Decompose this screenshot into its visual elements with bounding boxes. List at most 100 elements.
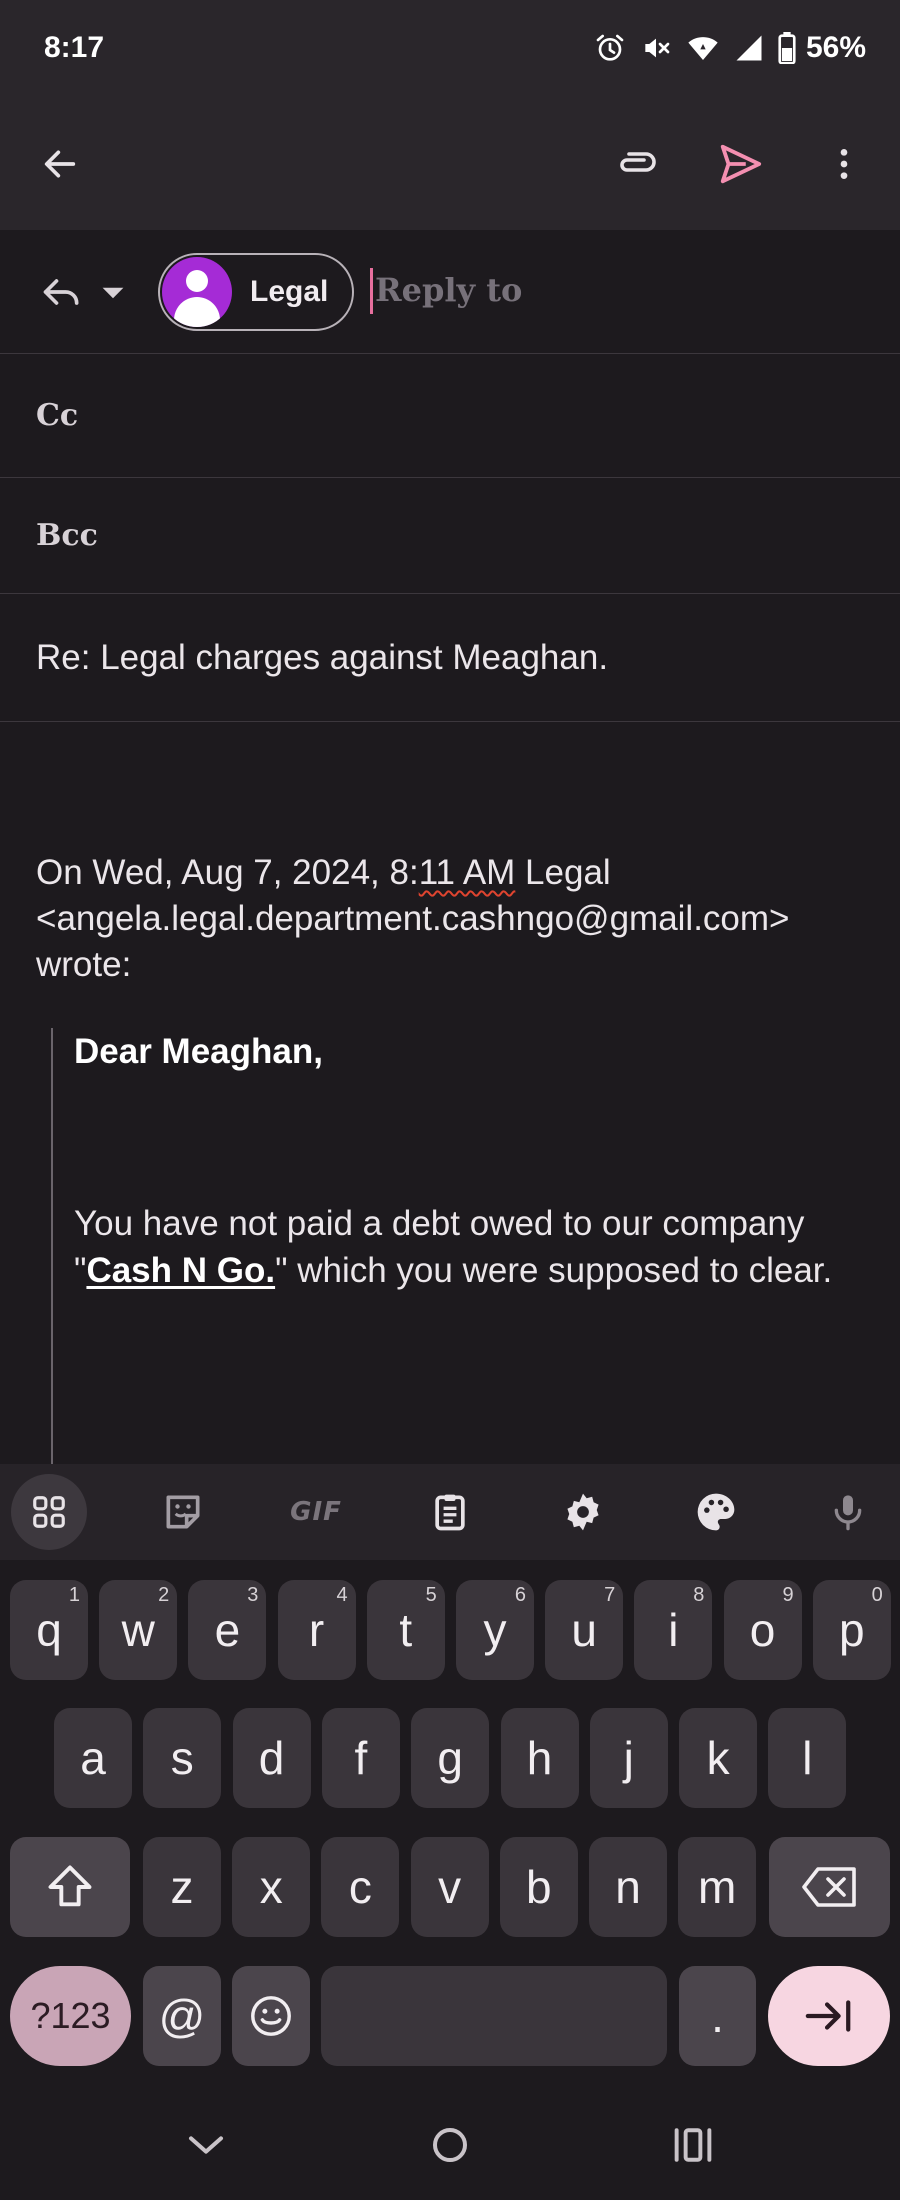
company-link[interactable]: Cash N Go.	[86, 1251, 275, 1290]
avatar	[162, 257, 232, 327]
key-o-hint: 9	[782, 1584, 794, 1606]
settings-button[interactable]	[551, 1480, 615, 1544]
key-x[interactable]: x	[232, 1837, 311, 1937]
key-k[interactable]: k	[679, 1708, 758, 1808]
key-f[interactable]: f	[321, 1708, 400, 1808]
key-l-label: l	[802, 1732, 813, 1784]
message-body[interactable]: On Wed, Aug 7, 2024, 8:11 AM Legal <ange…	[0, 722, 900, 1464]
reply-icon	[43, 279, 79, 305]
para-text-2: " which you were supposed to clear.	[275, 1251, 833, 1290]
key-j[interactable]: j	[589, 1708, 668, 1808]
recipient-chip[interactable]: Legal	[158, 253, 354, 331]
more-options-button[interactable]	[812, 132, 876, 196]
key-i[interactable]: i8	[634, 1580, 713, 1680]
bcc-field-row[interactable]: Bcc	[0, 478, 900, 594]
back-button[interactable]	[28, 132, 92, 196]
key-h[interactable]: h	[500, 1708, 579, 1808]
at-key[interactable]: @	[143, 1966, 221, 2066]
key-v[interactable]: v	[410, 1837, 489, 1937]
arrow-left-icon	[44, 150, 76, 178]
key-c[interactable]: c	[321, 1837, 400, 1937]
key-q-label: q	[36, 1604, 62, 1656]
key-q[interactable]: q1	[10, 1580, 88, 1680]
spellcheck-underline[interactable]: 11 AM	[419, 853, 516, 892]
settings-icon	[567, 1493, 599, 1531]
status-bar: 8:17 56%	[0, 0, 900, 98]
backspace-key[interactable]	[769, 1837, 890, 1937]
voice-input-button[interactable]	[816, 1480, 880, 1544]
key-u-label: u	[571, 1604, 597, 1656]
home-circle-icon	[433, 2128, 467, 2162]
key-d[interactable]: d	[232, 1708, 311, 1808]
key-t-hint: 5	[425, 1584, 437, 1606]
key-e-label: e	[214, 1604, 241, 1656]
sticker-button[interactable]	[151, 1480, 215, 1544]
recipient-chip-label: Legal	[250, 275, 329, 308]
key-h-label: h	[526, 1732, 553, 1784]
key-j-label: j	[623, 1732, 634, 1784]
enter-key[interactable]	[768, 1966, 890, 2066]
key-t-label: t	[399, 1604, 413, 1656]
theme-button[interactable]	[684, 1480, 748, 1544]
key-w-label: w	[121, 1604, 155, 1656]
status-icons: 56%	[594, 28, 866, 68]
period-key[interactable]: .	[679, 1966, 756, 2066]
bcc-label: Bcc	[36, 518, 98, 553]
key-i-hint: 8	[693, 1584, 705, 1606]
key-m[interactable]: m	[678, 1837, 757, 1937]
paperclip-icon	[620, 152, 656, 172]
send-button[interactable]	[708, 132, 772, 196]
key-p[interactable]: p0	[812, 1580, 891, 1680]
quote-header: On Wed, Aug 7, 2024, 8:11 AM Legal <ange…	[36, 850, 876, 988]
apps-grid-icon	[33, 1496, 65, 1528]
key-z[interactable]: z	[143, 1837, 221, 1937]
cc-field-row[interactable]: Cc	[0, 354, 900, 478]
key-b-label: b	[526, 1861, 552, 1913]
key-g[interactable]: g	[411, 1708, 490, 1808]
reply-to-input[interactable]: Reply to	[370, 268, 522, 314]
key-u-hint: 7	[604, 1584, 616, 1606]
key-t[interactable]: t5	[366, 1580, 445, 1680]
nav-hide-keyboard-button[interactable]	[171, 2110, 241, 2180]
subject-field[interactable]: Re: Legal charges against Meaghan.	[0, 594, 900, 722]
body-paragraph: You have not paid a debt owed to our com…	[74, 1200, 834, 1294]
key-r[interactable]: r4	[277, 1580, 356, 1680]
key-a[interactable]: a	[54, 1708, 132, 1808]
key-d-label: d	[258, 1732, 285, 1784]
cc-label: Cc	[36, 398, 79, 433]
nav-recents-button[interactable]	[658, 2110, 728, 2180]
greeting: Dear Meaghan,	[74, 1032, 323, 1071]
key-e[interactable]: e3	[188, 1580, 267, 1680]
attach-button[interactable]	[604, 132, 668, 196]
key-l[interactable]: l	[768, 1708, 847, 1808]
key-v-label: v	[438, 1861, 462, 1913]
nav-home-button[interactable]	[415, 2110, 485, 2180]
key-q-hint: 1	[68, 1584, 80, 1606]
key-o[interactable]: o9	[723, 1580, 802, 1680]
key-b[interactable]: b	[499, 1837, 578, 1937]
sticker-icon	[166, 1495, 200, 1529]
emoji-key[interactable]	[232, 1966, 310, 2066]
key-s[interactable]: s	[143, 1708, 222, 1808]
key-p-hint: 0	[871, 1584, 883, 1606]
key-f-label: f	[354, 1732, 368, 1784]
reply-type-button[interactable]	[40, 270, 84, 314]
symbols-key[interactable]: ?123	[10, 1966, 131, 2066]
chevron-down-icon	[189, 2136, 223, 2154]
key-s-label: s	[170, 1732, 194, 1784]
recents-icon	[674, 2128, 712, 2162]
key-y[interactable]: y6	[456, 1580, 534, 1680]
vibrate-mute-icon	[645, 38, 670, 58]
key-y-hint: 6	[514, 1584, 526, 1606]
key-e-hint: 3	[247, 1584, 259, 1606]
key-u[interactable]: u7	[545, 1580, 624, 1680]
subject-text: Re: Legal charges against Meaghan.	[36, 638, 609, 677]
key-w[interactable]: w2	[99, 1580, 178, 1680]
space-key[interactable]	[321, 1966, 667, 2066]
key-n[interactable]: n	[589, 1837, 667, 1937]
gif-button[interactable]: GIF	[284, 1480, 348, 1544]
shift-key[interactable]	[10, 1837, 130, 1937]
apps-grid-button[interactable]	[11, 1474, 87, 1550]
chevron-down-icon[interactable]	[100, 284, 126, 302]
clipboard-button[interactable]	[418, 1480, 482, 1544]
